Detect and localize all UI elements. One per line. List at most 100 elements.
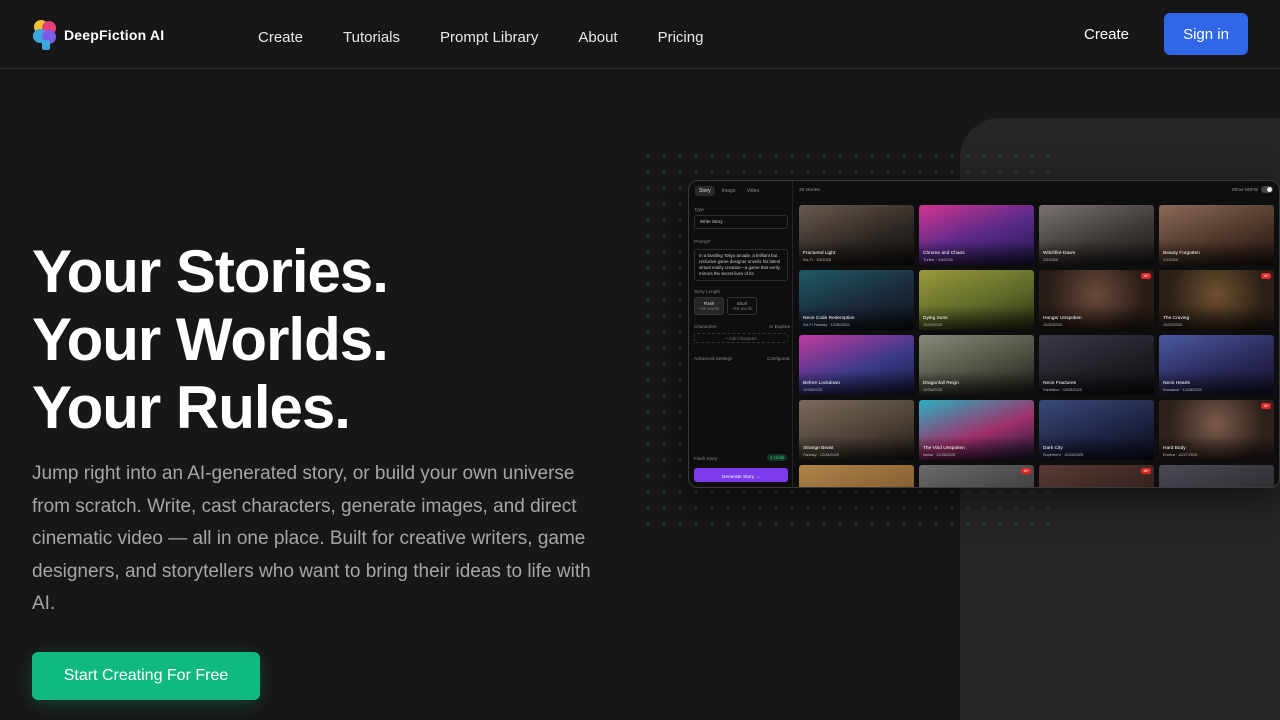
story-card[interactable]: Fractured Light Sci-Fi · 1/5/2026 [799, 205, 914, 265]
type-select[interactable]: Write Story [694, 215, 788, 229]
story-card-title: Hard Body [1163, 446, 1186, 451]
story-card[interactable]: Dark City Superhero · 12/28/2025 [1039, 400, 1154, 460]
nsfw-toggle-group: Show NSFW [1232, 186, 1273, 193]
story-card[interactable]: Neon Code Redemption Sci-Fi Fantasy · 12/… [799, 270, 914, 330]
tab-story[interactable]: Story [695, 186, 715, 196]
story-card-title: Dragonfall Reign [923, 381, 959, 386]
story-card-meta: Isekai · 12/28/2025 [923, 453, 956, 457]
story-card-title: Before Lockdown [803, 381, 841, 386]
credit-badge: 1 credit [767, 454, 788, 461]
nsfw-badge: 18+ [1141, 468, 1151, 474]
story-card[interactable]: Neon Hearts Romance · 12/28/2025 [1159, 335, 1274, 395]
hero-title-line-2: Your Worlds. [32, 306, 389, 373]
story-card[interactable]: Hunger Unspoken 12/30/2025 18+ [1039, 270, 1154, 330]
flash-story-label: Flash Story [694, 456, 718, 461]
nsfw-label: Show NSFW [1231, 187, 1258, 192]
nsfw-badge: 18+ [1261, 403, 1271, 409]
nav-pricing[interactable]: Pricing [658, 29, 704, 46]
story-card[interactable]: Dying Suns 12/29/2025 [919, 270, 1034, 330]
story-card-meta: Superhero · 12/28/2025 [1043, 453, 1084, 457]
hero-title: Your Stories. Your Worlds. Your Rules. [32, 238, 389, 442]
hero-description: Jump right into an AI-generated story, o… [32, 463, 591, 615]
story-card-title: Neon Fractures [1043, 381, 1077, 386]
length-option-sub: ~5K words [731, 306, 753, 311]
story-card[interactable] [799, 465, 914, 487]
tab-video[interactable]: Video [743, 186, 764, 196]
story-card[interactable]: Hard Body Erotica · 12/27/2025 18+ [1159, 400, 1274, 460]
story-card[interactable]: Neon Fractures Fanfiction · 12/28/2025 [1039, 335, 1154, 395]
nav-create[interactable]: Create [258, 29, 303, 46]
sign-in-button[interactable]: Sign in [1164, 13, 1248, 55]
add-character-button[interactable]: + Add Character [694, 333, 788, 343]
nav-tutorials[interactable]: Tutorials [343, 29, 400, 46]
story-card-meta: Romance · 12/28/2025 [1163, 388, 1202, 392]
story-card-meta: Fanfiction · 12/28/2025 [1043, 388, 1082, 392]
prompt-label: Prompt* [694, 239, 711, 244]
story-card[interactable]: Witchfire Dawn 1/2/2026 [1039, 205, 1154, 265]
story-card-meta: Sci-Fi Fantasy · 12/30/2025 [803, 323, 850, 327]
brand-logo[interactable]: DeepFiction AI [32, 18, 164, 52]
length-option-flash[interactable]: Flash ~50 words [694, 297, 724, 315]
story-card[interactable]: The Craving 12/29/2025 18+ [1159, 270, 1274, 330]
story-card-meta: 12/28/2025 [803, 388, 823, 392]
advanced-settings-toggle[interactable]: Advanced Settings [694, 356, 732, 361]
advanced-settings-state: Configured [767, 356, 790, 361]
brain-logo-icon [32, 18, 58, 52]
story-card-title: Witchfire Dawn [1043, 251, 1076, 256]
story-card-meta: 1/1/2026 [1163, 258, 1178, 262]
generate-story-button[interactable]: Generate Story → [694, 468, 788, 482]
story-card-meta: 12/30/2025 [1043, 323, 1063, 327]
story-card-meta: 12/29/2025 [923, 323, 943, 327]
story-card-title: Dying Suns [923, 316, 948, 321]
brand-name: DeepFiction AI [64, 27, 165, 43]
nsfw-badge: 18+ [1021, 468, 1031, 474]
story-card-title: Neon Code Redemption [803, 316, 855, 321]
story-card[interactable] [1159, 465, 1274, 487]
top-nav: DeepFiction AI Create Tutorials Prompt L… [0, 0, 1280, 69]
nav-about[interactable]: About [578, 29, 617, 46]
nsfw-badge: 18+ [1141, 273, 1151, 279]
length-option-short[interactable]: Short ~5K words [727, 297, 757, 315]
story-card-meta: 1/2/2026 [1043, 258, 1058, 262]
story-card[interactable]: 18+ [919, 465, 1034, 487]
hero-title-line-1: Your Stories. [32, 238, 389, 305]
length-option-sub: ~50 words [698, 306, 720, 311]
story-card-title: Fractured Light [803, 251, 836, 256]
mode-tabs: Story Image Video [695, 186, 763, 196]
type-label: Type [694, 207, 704, 212]
story-card[interactable]: Beauty Forgotten 1/1/2026 [1159, 205, 1274, 265]
story-card-title: Chrome and Chaos [923, 251, 965, 256]
prompt-textarea[interactable]: In a bustling Tokyo arcade, a brilliant … [694, 249, 788, 281]
ai-explore-link[interactable]: AI Explore [769, 324, 790, 329]
story-card-title: Beauty Forgotten [1163, 251, 1200, 256]
story-card[interactable]: Strange Beast Fantasy · 12/28/2025 [799, 400, 914, 460]
nsfw-toggle[interactable] [1261, 186, 1273, 193]
header-create-link[interactable]: Create [1084, 26, 1129, 43]
story-card-meta: Sci-Fi · 1/5/2026 [803, 258, 831, 262]
nav-links: Create Tutorials Prompt Library About Pr… [258, 29, 703, 46]
story-sidebar: Story Image Video Type Write Story Promp… [689, 181, 793, 487]
story-card-title: Dark City [1043, 446, 1063, 451]
story-card-title: Hunger Unspoken [1043, 316, 1082, 321]
nsfw-badge: 18+ [1261, 273, 1271, 279]
story-card-meta: Thriller · 1/3/2026 [923, 258, 953, 262]
hero-title-line-3: Your Rules. [32, 374, 351, 441]
story-card[interactable]: 18+ [1039, 465, 1154, 487]
story-card[interactable]: The Void Unspoken Isekai · 12/28/2025 [919, 400, 1034, 460]
tab-image[interactable]: Image [718, 186, 740, 196]
story-card[interactable]: Before Lockdown 12/28/2025 [799, 335, 914, 395]
story-card-meta: Fantasy · 12/28/2025 [803, 453, 839, 457]
story-card-title: The Craving [1163, 316, 1190, 321]
start-creating-button[interactable]: Start Creating For Free [32, 652, 260, 700]
story-card-meta: 12/28/2025 [923, 388, 943, 392]
nav-prompt-library[interactable]: Prompt Library [440, 29, 538, 46]
story-card-title: The Void Unspoken [923, 446, 965, 451]
story-length-label: Story Length [694, 289, 721, 294]
story-card[interactable]: Dragonfall Reign 12/28/2025 [919, 335, 1034, 395]
characters-label: Characters [694, 324, 717, 329]
story-card[interactable]: Chrome and Chaos Thriller · 1/3/2026 [919, 205, 1034, 265]
story-card-title: Strange Beast [803, 446, 834, 451]
story-count: 20 stories [799, 188, 820, 193]
app-preview: Story Image Video Type Write Story Promp… [688, 180, 1280, 488]
story-card-meta: 12/29/2025 [1163, 323, 1183, 327]
